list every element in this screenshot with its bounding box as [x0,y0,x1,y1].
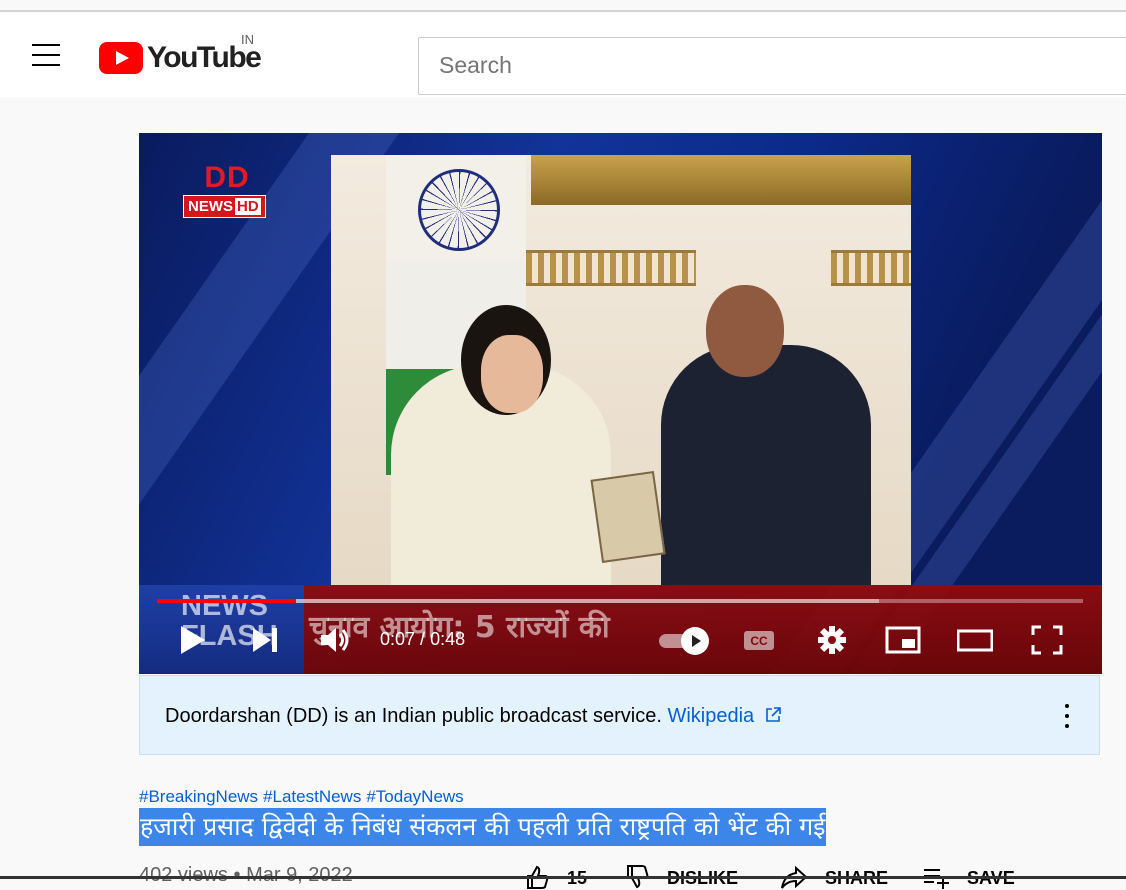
play-button[interactable] [175,623,211,657]
theater-mode-button[interactable] [956,623,994,657]
flash-line-1: NEWS [181,590,268,622]
search-box[interactable] [418,37,1126,95]
volume-icon [321,628,349,652]
captions-button[interactable]: CC [741,623,777,657]
channel-watermark: DD NEWS HD [183,161,271,218]
hashtag-list: #BreakingNews #LatestNews #TodayNews [139,787,469,807]
hashtag-link[interactable]: #TodayNews [366,787,463,806]
hashtag-link[interactable]: #BreakingNews [139,787,258,806]
masthead: YouTube IN [0,12,1126,97]
person-figure [661,345,871,585]
wikipedia-link[interactable]: Wikipedia [667,705,781,727]
person-figure [481,335,543,413]
gear-icon [818,626,846,654]
menu-button[interactable] [24,40,68,70]
fullscreen-icon [1031,625,1063,655]
player-controls: NEWS FLASH चुनाव आयोग: 5 राज्यों की 0:07 … [139,585,1102,674]
miniplayer-icon [885,626,921,654]
upload-date: Mar 9, 2022 [246,864,353,886]
book-image [590,470,666,564]
dd-logo-text: DD [204,161,250,194]
hashtag-link[interactable]: #LatestNews [263,787,361,806]
youtube-logo[interactable]: YouTube IN [99,32,269,78]
painting-frame [531,155,911,205]
video-frame-photo [331,155,911,585]
miniplayer-button[interactable] [885,623,921,657]
view-count: 402 views [139,864,228,886]
mute-button[interactable] [317,623,353,657]
mantel-decor [831,250,911,286]
youtube-play-icon [99,42,143,74]
dot [1065,724,1069,728]
autoplay-toggle[interactable] [659,625,713,655]
mantel-decor [526,250,696,286]
video-title: हजारी प्रसाद द्विवेदी के निबंध संकलन की … [139,808,827,846]
next-button[interactable] [247,623,283,657]
play-icon [181,626,205,654]
settings-button[interactable] [814,623,850,657]
country-code: IN [241,32,254,47]
dot [1065,714,1069,718]
skip-next-icon [253,628,277,652]
time-display: 0:07 / 0:48 [380,629,466,649]
search-input[interactable] [437,51,1121,80]
autoplay-play-icon [692,635,701,647]
info-panel-text: Doordarshan (DD) is an Indian public bro… [165,705,782,728]
played-bar [157,599,296,603]
progress-bar[interactable] [157,599,1083,603]
more-options-button[interactable] [1055,702,1079,730]
svg-text:CC: CC [750,634,768,648]
fullscreen-button[interactable] [1029,623,1065,657]
ashoka-chakra-icon [418,169,500,251]
cc-icon: CC [744,631,774,650]
person-figure [706,285,784,377]
video-player[interactable]: DD NEWS HD NEWS FLASH चुनाव आयोग: 5 राज्यो… [139,133,1102,674]
news-hd-badge: NEWS HD [183,195,266,218]
external-link-icon [765,707,781,722]
theater-icon [956,629,994,652]
dot [1065,704,1069,708]
information-panel: Doordarshan (DD) is an Indian public bro… [139,675,1100,755]
